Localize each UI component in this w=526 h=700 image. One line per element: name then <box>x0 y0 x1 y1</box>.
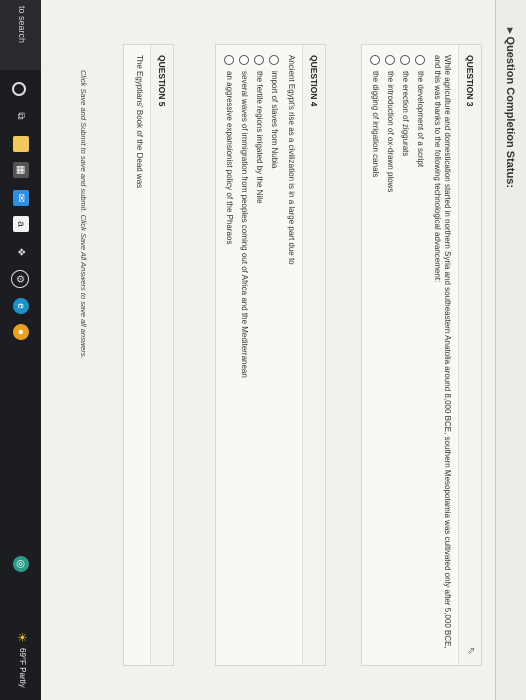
status-title: Question Completion Status: <box>504 36 516 189</box>
radio-button[interactable] <box>370 55 381 65</box>
option[interactable]: the introduction of ox-drawn plows <box>383 55 398 655</box>
option-label: the erection of ziggurats <box>401 71 410 157</box>
weather-readout[interactable]: 69°F Partly <box>18 648 27 688</box>
option[interactable]: the development of a script <box>413 55 428 655</box>
cursor-icon: ⇖ <box>465 646 476 655</box>
browser-content: ▸ Question Completion Status: QUESTION 3 … <box>41 0 526 700</box>
calendar-app-icon[interactable]: ▦ <box>13 162 29 178</box>
chrome-icon[interactable]: ● <box>13 324 29 340</box>
question-3-card: QUESTION 3 ⇖ While agriculture and domes… <box>361 44 482 666</box>
radio-button[interactable] <box>254 55 265 65</box>
expand-icon: ▸ <box>504 28 516 34</box>
taskbar-search[interactable]: to search <box>0 0 41 70</box>
option-label: the development of a script <box>416 71 425 168</box>
option[interactable]: the fertile regions irrigated by the Nil… <box>252 55 267 655</box>
save-submit-note: Click Save and Submit to save and submit… <box>79 70 88 359</box>
question-5-text: The Egyptians' Book of the Dead was <box>135 55 144 189</box>
dropbox-icon[interactable]: ❖ <box>13 244 29 260</box>
radio-button[interactable] <box>269 55 280 65</box>
option[interactable]: the erection of ziggurats <box>398 55 413 655</box>
question-3-options: the development of a script the erection… <box>362 45 430 665</box>
radio-button[interactable] <box>224 55 235 65</box>
question-3-title: QUESTION 3 <box>458 45 481 665</box>
option[interactable]: the digging of irrigation canals <box>368 55 383 655</box>
laptop-screen: ▸ Question Completion Status: QUESTION 3 … <box>0 0 526 700</box>
question-4-card: QUESTION 4 Ancient Egypt's rise as a civ… <box>215 44 326 666</box>
option-label: several waves of immigration from people… <box>240 71 249 378</box>
cortana-icon[interactable] <box>12 82 26 96</box>
windows-taskbar: to search ⧉ ▦ ✉ a ❖ ⚙ e ● ◎ ☀ 69°F Partl… <box>0 0 41 700</box>
option-label: the introduction of ox-drawn plows <box>386 71 395 193</box>
completion-status-toggle[interactable]: ▸ Question Completion Status: <box>504 28 517 188</box>
question-5-card: QUESTION 5 The Egyptians' Book of the De… <box>123 44 174 666</box>
option-label: an aggressive expansionist policy of the… <box>225 71 234 245</box>
weather-icon: ☀ <box>15 632 29 643</box>
option-label: the digging of irrigation canals <box>371 71 380 178</box>
option-label: import of slaves from Nubia <box>270 71 279 169</box>
option[interactable]: import of slaves from Nubia <box>267 55 282 655</box>
completion-status-bar: ▸ Question Completion Status: <box>495 0 526 700</box>
amazon-icon[interactable]: a <box>13 216 29 232</box>
question-3-text: While agriculture and domestication star… <box>433 55 452 649</box>
question-4-text: Ancient Egypt's rise as a civilization i… <box>287 55 296 265</box>
settings-icon[interactable]: ⚙ <box>11 270 29 288</box>
question-4-options: import of slaves from Nubia the fertile … <box>216 45 284 665</box>
option-label: the fertile regions irrigated by the Nil… <box>255 71 264 204</box>
tray-app-icon[interactable]: ◎ <box>13 556 29 572</box>
option[interactable]: an aggressive expansionist policy of the… <box>222 55 237 655</box>
mail-icon[interactable]: ✉ <box>13 190 29 206</box>
search-placeholder: to search <box>17 6 27 44</box>
file-explorer-icon[interactable] <box>13 136 29 152</box>
radio-button[interactable] <box>385 55 396 65</box>
question-5-title: QUESTION 5 <box>150 45 173 665</box>
radio-button[interactable] <box>400 55 411 65</box>
question-4-title: QUESTION 4 <box>302 45 325 665</box>
option[interactable]: several waves of immigration from people… <box>237 55 252 655</box>
radio-button[interactable] <box>415 55 426 65</box>
task-view-icon[interactable]: ⧉ <box>13 108 29 124</box>
radio-button[interactable] <box>239 55 250 65</box>
edge-icon[interactable]: e <box>13 298 29 314</box>
